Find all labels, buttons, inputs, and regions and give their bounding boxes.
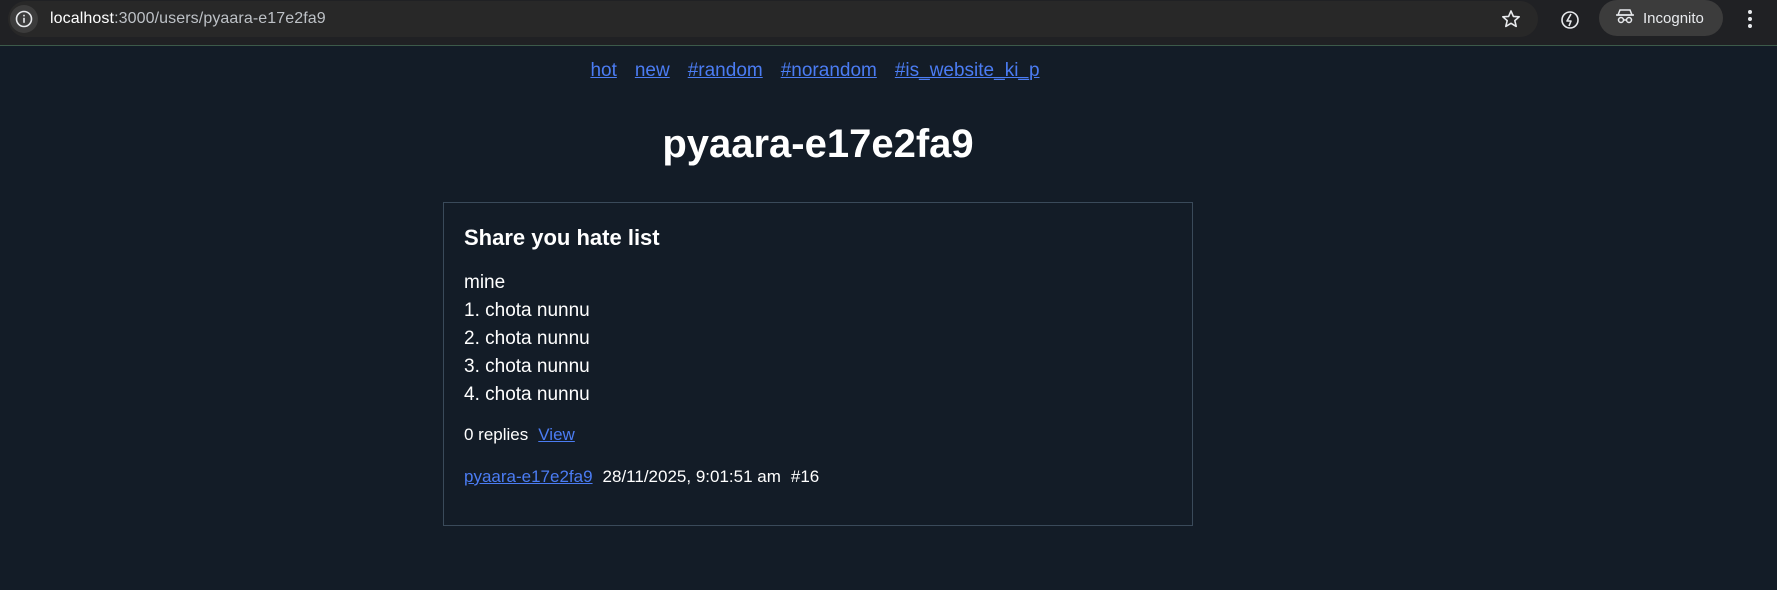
incognito-badge[interactable]: Incognito: [1599, 0, 1723, 36]
replies-count: 0 replies: [464, 425, 529, 444]
url-text[interactable]: localhost:3000/users/pyaara-e17e2fa9: [50, 10, 326, 28]
incognito-label: Incognito: [1643, 9, 1704, 27]
post-timestamp: 28/11/2025, 9:01:51 am: [602, 467, 781, 486]
page-title: pyaara-e17e2fa9: [662, 122, 974, 166]
bookmark-star-icon[interactable]: [1500, 8, 1522, 30]
author-link[interactable]: pyaara-e17e2fa9: [464, 467, 593, 487]
kebab-menu-icon[interactable]: [1740, 6, 1760, 32]
nav-link-hot[interactable]: hot: [590, 60, 616, 82]
view-replies-link[interactable]: View: [538, 425, 575, 445]
post-title: Share you hate list: [464, 225, 660, 250]
post-replies-row: 0 replies View: [464, 425, 1172, 445]
post-body-line: 1. chota nunnu: [464, 300, 590, 321]
top-nav: hot new #random #norandom #is_website_ki…: [0, 60, 1630, 82]
url-path: :3000/users/pyaara-e17e2fa9: [114, 10, 326, 27]
post-body-line: mine: [464, 272, 506, 293]
nav-link-norandom[interactable]: #norandom: [781, 60, 877, 82]
url-host: localhost: [50, 10, 115, 27]
nav-link-new[interactable]: new: [635, 60, 670, 82]
post-id: #16: [790, 467, 820, 486]
post-body-line: 4. chota nunnu: [464, 384, 590, 405]
post-card: Share you hate list mine 1. chota nunnu …: [443, 202, 1193, 526]
browser-toolbar: localhost:3000/users/pyaara-e17e2fa9 Inc…: [0, 0, 1777, 46]
extension-icon[interactable]: [1556, 6, 1584, 34]
post-body-line: 2. chota nunnu: [464, 328, 590, 349]
nav-link-is-website-ki-p[interactable]: #is_website_ki_p: [895, 60, 1040, 82]
post-body: mine 1. chota nunnu 2. chota nunnu 3. ch…: [464, 269, 1172, 409]
address-bar[interactable]: localhost:3000/users/pyaara-e17e2fa9: [8, 1, 1538, 37]
nav-link-random[interactable]: #random: [688, 60, 763, 82]
site-info-icon[interactable]: [10, 5, 38, 33]
incognito-icon: [1615, 8, 1635, 28]
post-footer: pyaara-e17e2fa9 28/11/2025, 9:01:51 am #…: [464, 467, 1172, 487]
post-body-line: 3. chota nunnu: [464, 356, 590, 377]
